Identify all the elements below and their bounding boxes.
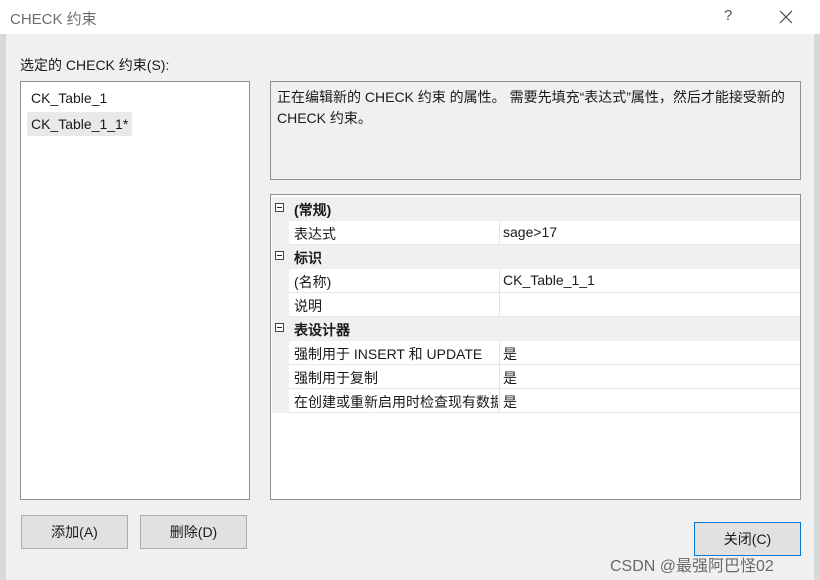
row-gutter bbox=[272, 389, 289, 413]
list-item[interactable]: CK_Table_1 bbox=[27, 86, 111, 110]
category-general[interactable]: (常规) bbox=[272, 197, 800, 221]
property-value[interactable]: 是 bbox=[503, 368, 517, 388]
column-divider bbox=[499, 293, 500, 317]
property-enforce-insert-update[interactable]: 强制用于 INSERT 和 UPDATE 是 bbox=[272, 341, 800, 365]
constraints-list[interactable]: CK_Table_1 CK_Table_1_1* bbox=[20, 81, 250, 500]
property-name: 强制用于复制 bbox=[294, 370, 378, 386]
property-value[interactable]: CK_Table_1_1 bbox=[503, 272, 595, 288]
category-label: (常规) bbox=[294, 202, 332, 218]
column-divider bbox=[499, 221, 500, 245]
property-value[interactable]: 是 bbox=[503, 344, 517, 364]
close-button[interactable]: 关闭(C) bbox=[694, 522, 801, 556]
row-gutter bbox=[272, 221, 289, 245]
column-divider bbox=[499, 365, 500, 389]
window-title: CHECK 约束 bbox=[10, 11, 97, 28]
property-check-existing[interactable]: 在创建或重新启用时检查现有数据 是 bbox=[272, 389, 800, 413]
property-value[interactable]: sage>17 bbox=[503, 224, 557, 240]
column-divider bbox=[499, 341, 500, 365]
property-grid[interactable]: (常规) 表达式 sage>17 标识 (名称) CK_Table_1_1 说明… bbox=[270, 194, 801, 500]
collapse-icon[interactable] bbox=[275, 323, 284, 332]
window-edge-right bbox=[814, 34, 820, 580]
row-gutter bbox=[272, 269, 289, 293]
property-name: 说明 bbox=[294, 298, 322, 314]
add-button[interactable]: 添加(A) bbox=[21, 515, 128, 549]
property-name: 表达式 bbox=[294, 226, 336, 242]
close-window-button[interactable] bbox=[770, 3, 802, 31]
delete-button[interactable]: 删除(D) bbox=[140, 515, 247, 549]
category-table-designer[interactable]: 表设计器 bbox=[272, 317, 800, 341]
row-gutter bbox=[272, 365, 289, 389]
list-item-selected[interactable]: CK_Table_1_1* bbox=[27, 112, 133, 136]
property-name: 在创建或重新启用时检查现有数据 bbox=[294, 394, 498, 410]
property-name: (名称) bbox=[294, 274, 332, 290]
column-divider bbox=[499, 389, 500, 413]
row-divider bbox=[289, 412, 800, 413]
property-value[interactable]: 是 bbox=[503, 392, 517, 412]
property-expression[interactable]: 表达式 sage>17 bbox=[272, 221, 800, 245]
close-icon bbox=[779, 10, 793, 24]
description-box: 正在编辑新的 CHECK 约束 的属性。 需要先填充“表达式”属性，然后才能接受… bbox=[270, 81, 801, 180]
property-description[interactable]: 说明 bbox=[272, 293, 800, 317]
window-edge-left bbox=[0, 34, 6, 580]
title-bar: CHECK 约束 ? bbox=[0, 0, 820, 34]
category-label: 表设计器 bbox=[294, 322, 350, 338]
property-name: 强制用于 INSERT 和 UPDATE bbox=[294, 346, 483, 362]
row-gutter bbox=[272, 341, 289, 365]
property-name-field[interactable]: (名称) CK_Table_1_1 bbox=[272, 269, 800, 293]
watermark: CSDN @最强阿巴怪02 bbox=[610, 558, 774, 575]
category-label: 标识 bbox=[294, 250, 322, 266]
collapse-icon[interactable] bbox=[275, 251, 284, 260]
collapse-icon[interactable] bbox=[275, 203, 284, 212]
help-button[interactable]: ? bbox=[724, 7, 732, 24]
column-divider bbox=[499, 269, 500, 293]
property-enforce-replication[interactable]: 强制用于复制 是 bbox=[272, 365, 800, 389]
selected-constraints-label: 选定的 CHECK 约束(S): bbox=[20, 57, 170, 73]
category-identity[interactable]: 标识 bbox=[272, 245, 800, 269]
row-gutter bbox=[272, 293, 289, 317]
